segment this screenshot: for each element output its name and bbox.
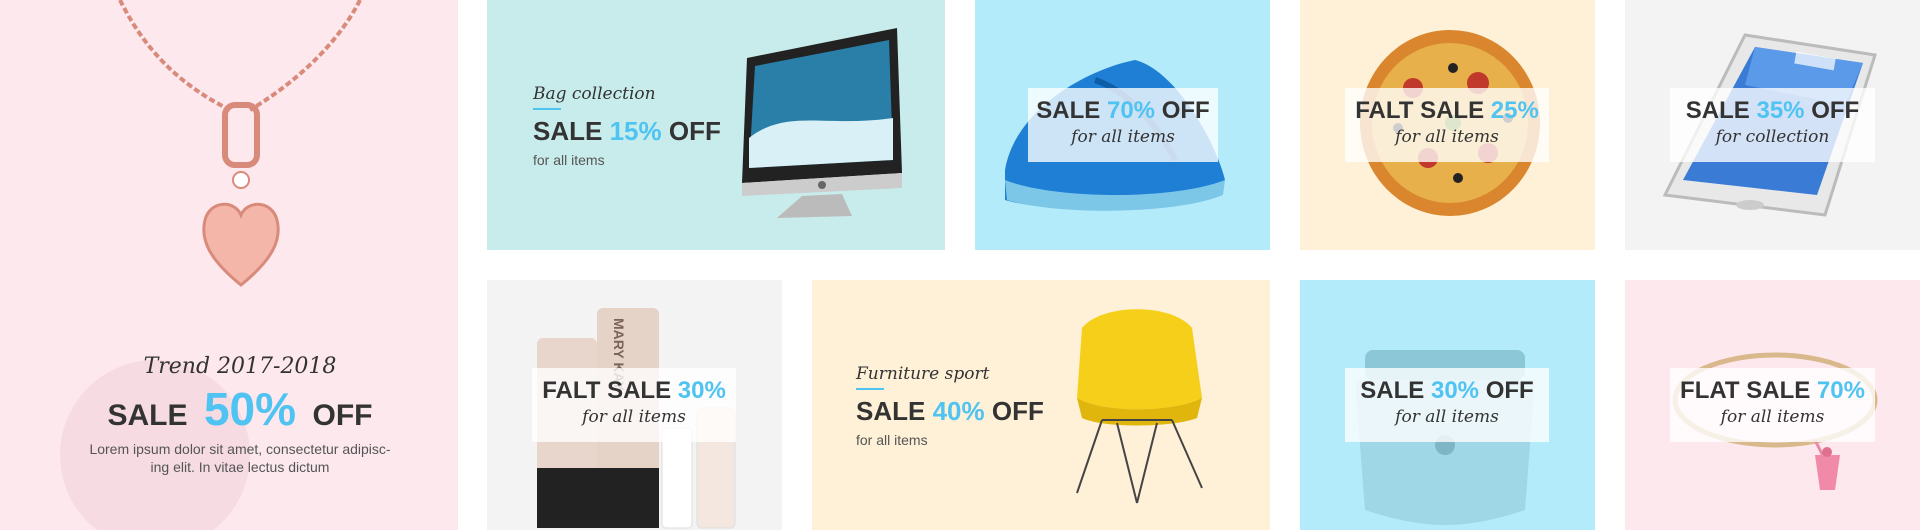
shoes-sale-pct: 70%: [1106, 97, 1156, 124]
shoes-sale-heading: SALE 70% OFF: [1028, 88, 1218, 126]
promo-tile-bag[interactable]: SALE 30% OFF for all items: [1300, 280, 1595, 530]
phone-sale-heading: SALE 35% OFF: [1670, 88, 1875, 126]
pizza-sale-pct: 25%: [1490, 97, 1539, 124]
chair-sale-heading: SALE 40% OFF: [856, 396, 1044, 427]
cosmetics-sale-prefix: FALT SALE: [542, 377, 672, 404]
hero-desc-line-2: ing elit. In vitae lectus dictum: [150, 459, 330, 475]
phone-label-box: SALE 35% OFF for collection: [1670, 88, 1875, 162]
chair-script-text: Furniture sport: [856, 364, 990, 384]
shoes-label-box: SALE 70% OFF for all items: [1028, 88, 1218, 162]
hero-sale-pct: 50%: [203, 383, 297, 435]
pizza-sale-prefix: FALT SALE: [1355, 97, 1485, 124]
imac-sale-suffix: OFF: [668, 116, 721, 146]
promo-tile-bracelet[interactable]: FLAT SALE 70% for all items: [1625, 280, 1920, 530]
pizza-subtext: for all items: [1395, 127, 1499, 147]
promo-tile-phone[interactable]: SALE 35% OFF for collection: [1625, 0, 1920, 250]
shoes-subtext: for all items: [1071, 127, 1175, 147]
imac-sale-pct: 15%: [609, 116, 662, 146]
promo-tile-imac[interactable]: Bag collection SALE 15% OFF for all item…: [487, 0, 945, 250]
pizza-label-box: FALT SALE 25% for all items: [1345, 88, 1549, 162]
promo-tile-shoes[interactable]: SALE 70% OFF for all items: [975, 0, 1270, 250]
chair-subtext: for all items: [856, 432, 928, 448]
chair-sale-prefix: SALE: [856, 396, 926, 426]
bracelet-sale-prefix: FLAT SALE: [1680, 377, 1811, 404]
pizza-sale-heading: FALT SALE 25%: [1345, 88, 1549, 126]
pendant-necklace-icon: [100, 0, 380, 300]
phone-subtext: for collection: [1715, 127, 1830, 147]
cosmetics-subtext: for all items: [582, 407, 686, 427]
hero-desc-line-1: Lorem ipsum dolor sit amet, consectetur …: [89, 441, 391, 457]
hero-banner[interactable]: Trend 2017-2018 SALE 50% OFF Lorem ipsum…: [0, 0, 458, 530]
bracelet-subtext: for all items: [1720, 407, 1825, 427]
promo-tile-pizza[interactable]: FALT SALE 25% for all items: [1300, 0, 1595, 250]
bag-sale-suffix: OFF: [1485, 377, 1534, 404]
imac-sale-prefix: SALE: [533, 116, 603, 146]
bag-label-box: SALE 30% OFF for all items: [1345, 368, 1549, 442]
bag-sale-prefix: SALE: [1360, 377, 1425, 404]
bracelet-sale-pct: 70%: [1816, 377, 1865, 404]
promo-tile-cosmetics[interactable]: MARY KAY FALT SALE 30% for all items: [487, 280, 782, 530]
phone-sale-prefix: SALE: [1685, 97, 1750, 124]
cosmetics-sale-pct: 30%: [677, 377, 726, 404]
imac-sale-heading: SALE 15% OFF: [533, 116, 721, 147]
bag-sale-heading: SALE 30% OFF: [1345, 368, 1549, 406]
imac-script-text: Bag collection: [533, 84, 656, 104]
hero-description: Lorem ipsum dolor sit amet, consectetur …: [0, 440, 458, 476]
phone-sale-pct: 35%: [1756, 97, 1805, 124]
shoes-sale-suffix: OFF: [1161, 97, 1210, 124]
bracelet-sale-heading: FLAT SALE 70%: [1670, 368, 1875, 406]
cosmetics-label-box: FALT SALE 30% for all items: [532, 368, 736, 442]
promo-tile-chair[interactable]: Furniture sport SALE 40% OFF for all ite…: [812, 280, 1270, 530]
shoes-sale-prefix: SALE: [1036, 97, 1101, 124]
hero-sale-heading: SALE 50% OFF: [0, 382, 458, 436]
imac-icon: [737, 28, 907, 218]
chair-icon: [1062, 308, 1212, 508]
hero-sale-prefix: SALE: [107, 399, 188, 432]
bag-sale-pct: 30%: [1430, 377, 1480, 404]
bracelet-label-box: FLAT SALE 70% for all items: [1670, 368, 1875, 442]
hero-script-text: Trend 2017-2018: [143, 354, 337, 379]
cosmetics-sale-heading: FALT SALE 30%: [532, 368, 736, 406]
chair-sale-pct: 40%: [932, 396, 985, 426]
imac-subtext: for all items: [533, 152, 605, 168]
chair-sale-suffix: OFF: [991, 396, 1044, 426]
hero-sale-suffix: OFF: [312, 399, 373, 432]
phone-sale-suffix: OFF: [1811, 97, 1860, 124]
script-underline: [533, 108, 561, 110]
bag-subtext: for all items: [1395, 407, 1499, 427]
script-underline: [856, 388, 884, 390]
